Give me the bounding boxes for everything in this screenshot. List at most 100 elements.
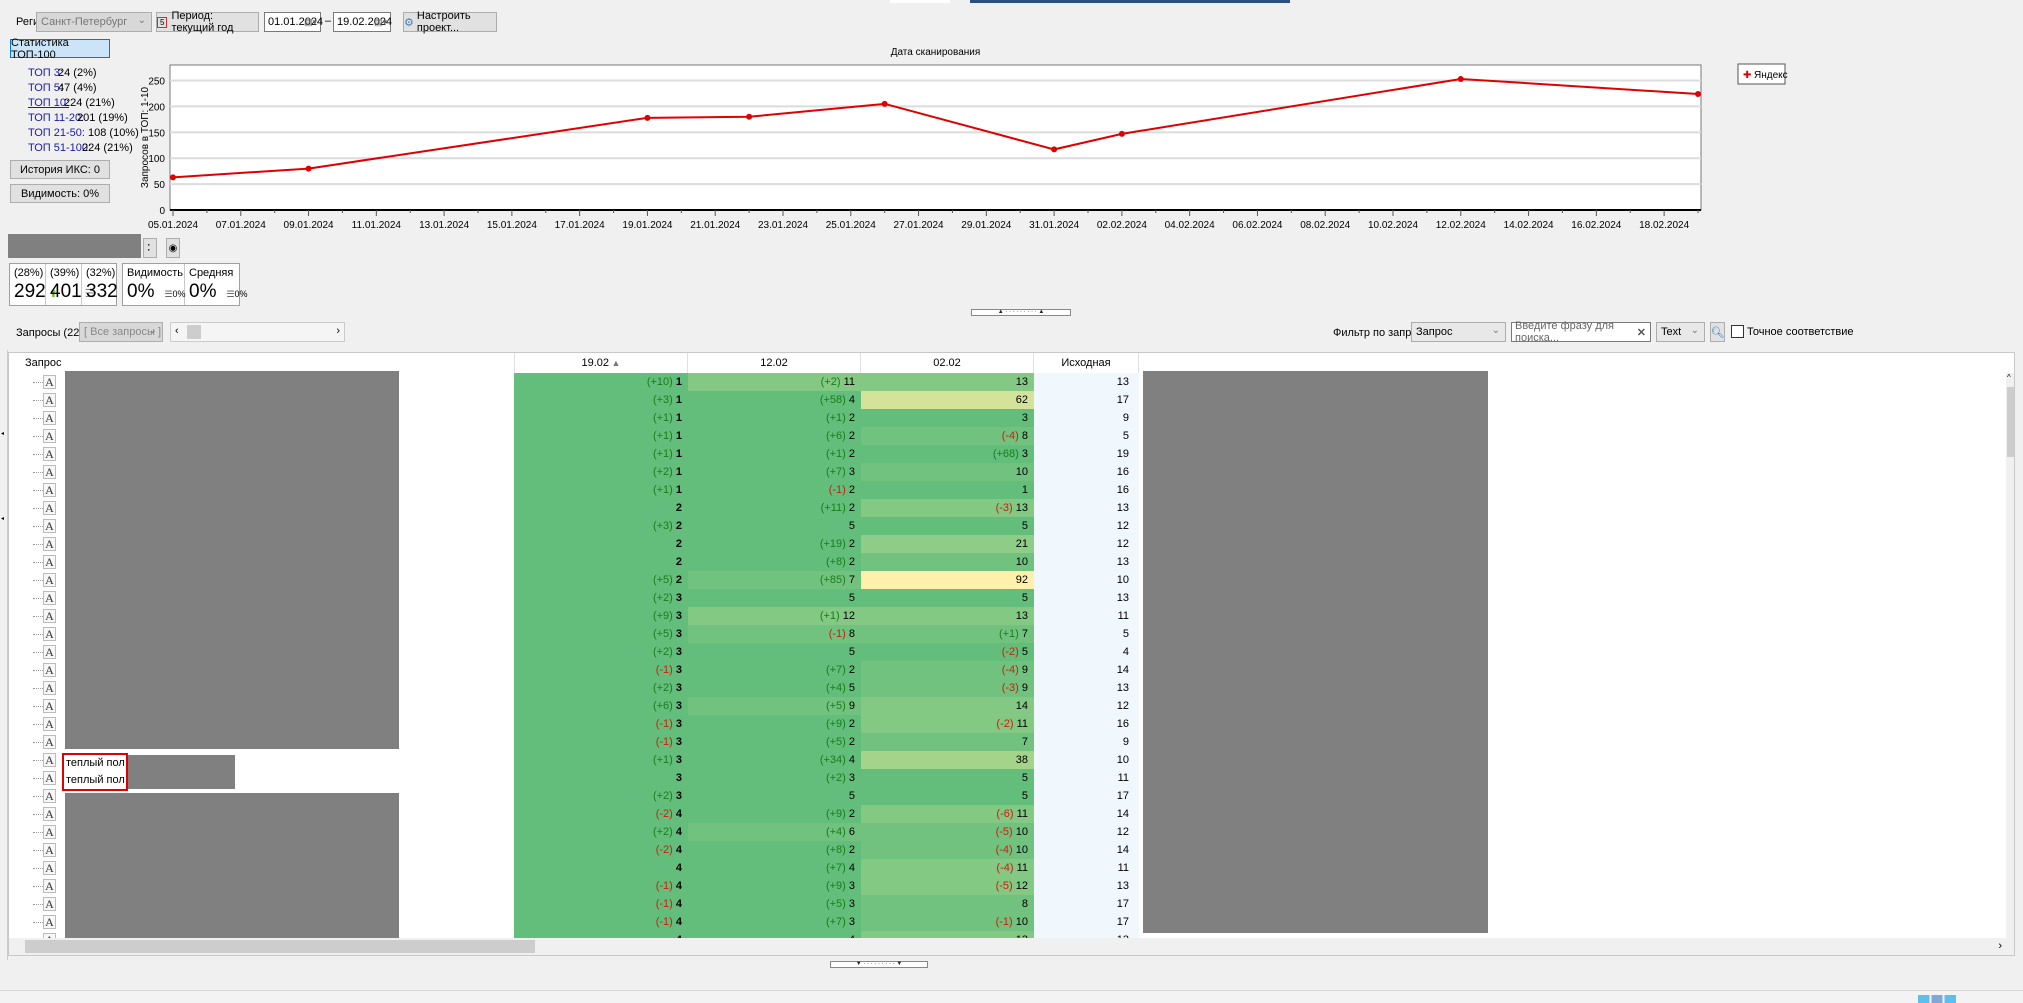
position-cell[interactable]: 5 xyxy=(861,787,1034,805)
position-cell[interactable]: (+9) 3 xyxy=(688,877,861,895)
scroll-up-icon[interactable]: ^ xyxy=(2007,373,2011,382)
position-cell[interactable]: (-4) 10 xyxy=(861,841,1034,859)
scroll-thumb[interactable] xyxy=(187,325,201,339)
position-cell[interactable]: 3 xyxy=(514,769,688,787)
position-cell[interactable]: 2 xyxy=(514,535,688,553)
position-cell[interactable]: (+1) 1 xyxy=(514,409,688,427)
active-tab-indicator[interactable] xyxy=(970,0,1290,3)
top-stat-key[interactable]: ТОП 5: xyxy=(28,81,63,96)
position-cell[interactable]: (+7) 3 xyxy=(688,913,861,931)
date-to-picker[interactable]: 19.02.2024 ▤▾ xyxy=(333,12,392,32)
position-cell[interactable]: (+5) 3 xyxy=(688,895,861,913)
position-cell[interactable]: (+6) 2 xyxy=(688,427,861,445)
scroll-left-icon[interactable]: ‹ xyxy=(175,325,179,337)
position-cell[interactable]: (+5) 9 xyxy=(688,697,861,715)
query-type-icon[interactable]: A xyxy=(43,717,56,731)
date-from-picker[interactable]: 01.01.2024 ▤▾ xyxy=(264,12,323,32)
position-cell[interactable]: (-1) 3 xyxy=(514,733,688,751)
top-stat-item[interactable]: ТОП 51-100:224 (21%) xyxy=(28,141,139,156)
position-cell[interactable]: (-2) 4 xyxy=(514,805,688,823)
position-cell[interactable]: (+2) 3 xyxy=(688,769,861,787)
column-header-original[interactable]: Исходная xyxy=(1034,353,1139,373)
query-type-icon[interactable]: A xyxy=(43,591,56,605)
position-cell[interactable]: 38 xyxy=(861,751,1034,769)
position-cell[interactable]: (+1) 7 xyxy=(861,625,1034,643)
position-cell[interactable]: (+2) 4 xyxy=(514,823,688,841)
position-cell[interactable]: 13 xyxy=(861,607,1034,625)
top-stat-item[interactable]: ТОП 11-20:201 (19%) xyxy=(28,111,139,126)
position-cell[interactable]: (-1) 4 xyxy=(514,895,688,913)
query-type-icon[interactable]: A xyxy=(43,555,56,569)
position-cell[interactable]: (+1) 1 xyxy=(514,427,688,445)
query-text[interactable]: теплый пол xyxy=(64,755,126,772)
column-header-query[interactable]: Запрос xyxy=(9,353,514,373)
query-type-icon[interactable]: A xyxy=(43,663,56,677)
position-cell[interactable]: (+3) 1 xyxy=(514,391,688,409)
position-cell[interactable]: 5 xyxy=(861,589,1034,607)
query-type-icon[interactable]: A xyxy=(43,609,56,623)
position-cell[interactable]: (+1) 1 xyxy=(514,445,688,463)
query-type-icon[interactable]: A xyxy=(43,465,56,479)
horizontal-scrollbar[interactable]: › xyxy=(9,938,2014,955)
position-cell[interactable]: 62 xyxy=(861,391,1034,409)
position-cell[interactable]: (+1) 3 xyxy=(514,751,688,769)
top-stat-item[interactable]: ТОП 21-50: 108 (10%) xyxy=(28,126,139,141)
column-header-12-02[interactable]: 12.02 xyxy=(688,353,861,373)
dots-button[interactable]: ⠅ xyxy=(143,238,157,258)
position-cell[interactable]: 1 xyxy=(861,481,1034,499)
query-type-icon[interactable]: A xyxy=(43,879,56,893)
position-cell[interactable]: (-5) 12 xyxy=(861,877,1034,895)
position-cell[interactable]: (+2) 3 xyxy=(514,787,688,805)
position-cell[interactable]: (-2) 4 xyxy=(514,841,688,859)
collapse-left-icon[interactable]: ◂ xyxy=(1,515,4,522)
position-cell[interactable]: 4 xyxy=(514,859,688,877)
query-type-icon[interactable]: A xyxy=(43,825,56,839)
left-collapse-bar[interactable]: ◂ ◂ xyxy=(0,350,8,960)
iks-history-button[interactable]: История ИКС: 0 xyxy=(10,160,110,179)
position-cell[interactable]: 5 xyxy=(688,643,861,661)
position-cell[interactable]: 2 xyxy=(514,499,688,517)
project-settings-button[interactable]: ⚙ Настроить проект... xyxy=(403,10,497,34)
position-cell[interactable]: (+34) 4 xyxy=(688,751,861,769)
top-stat-key[interactable]: ТОП 21-50: xyxy=(28,126,88,141)
query-type-icon[interactable]: A xyxy=(43,537,56,551)
position-cell[interactable]: 10 xyxy=(861,463,1034,481)
query-type-icon[interactable]: A xyxy=(43,429,56,443)
position-cell[interactable]: 5 xyxy=(688,787,861,805)
calendar-dropdown-icon[interactable]: ▤▾ xyxy=(304,17,317,28)
exact-match-checkbox[interactable] xyxy=(1731,325,1744,338)
top-stat-key[interactable]: ТОП 10: xyxy=(28,96,69,111)
position-cell[interactable]: (+10) 1 xyxy=(514,373,688,391)
position-cell[interactable]: (+68) 3 xyxy=(861,445,1034,463)
position-cell[interactable]: (-5) 10 xyxy=(861,823,1034,841)
position-cell[interactable]: (+8) 2 xyxy=(688,553,861,571)
position-cell[interactable]: 7 xyxy=(861,733,1034,751)
top-stat-item[interactable]: ТОП 3:24 (2%) xyxy=(28,66,139,81)
position-cell[interactable]: (+5) 2 xyxy=(688,733,861,751)
position-cell[interactable]: (+4) 5 xyxy=(688,679,861,697)
queries-filter-select[interactable]: [ Все запросы ] ⌄ xyxy=(79,322,163,342)
position-cell[interactable]: (+1) 2 xyxy=(688,445,861,463)
query-type-icon[interactable]: A xyxy=(43,735,56,749)
position-cell[interactable]: 5 xyxy=(861,769,1034,787)
period-button[interactable]: 5 Период: текущий год xyxy=(156,10,259,34)
position-cell[interactable]: (-2) 5 xyxy=(861,643,1034,661)
top-stat-item[interactable]: ТОП 5:47 (4%) xyxy=(28,81,139,96)
query-type-icon[interactable]: A xyxy=(43,501,56,515)
query-type-icon[interactable]: A xyxy=(43,699,56,713)
position-cell[interactable]: (-3) 9 xyxy=(861,679,1034,697)
position-cell[interactable]: (+2) 3 xyxy=(514,589,688,607)
position-cell[interactable]: (+7) 3 xyxy=(688,463,861,481)
position-cell[interactable]: (+11) 2 xyxy=(688,499,861,517)
position-cell[interactable]: (+9) 2 xyxy=(688,715,861,733)
position-cell[interactable]: (-1) 3 xyxy=(514,715,688,733)
position-cell[interactable]: 92 xyxy=(861,571,1034,589)
scroll-right-icon[interactable]: › xyxy=(336,325,340,337)
position-cell[interactable]: 5 xyxy=(861,517,1034,535)
position-cell[interactable]: (+85) 7 xyxy=(688,571,861,589)
scroll-thumb[interactable] xyxy=(25,940,535,953)
position-cell[interactable]: (+1) 2 xyxy=(688,409,861,427)
vertical-scrollbar[interactable]: ^ xyxy=(2006,373,2014,938)
top-stat-key[interactable]: ТОП 3: xyxy=(28,66,63,81)
scroll-thumb[interactable] xyxy=(2007,387,2014,457)
